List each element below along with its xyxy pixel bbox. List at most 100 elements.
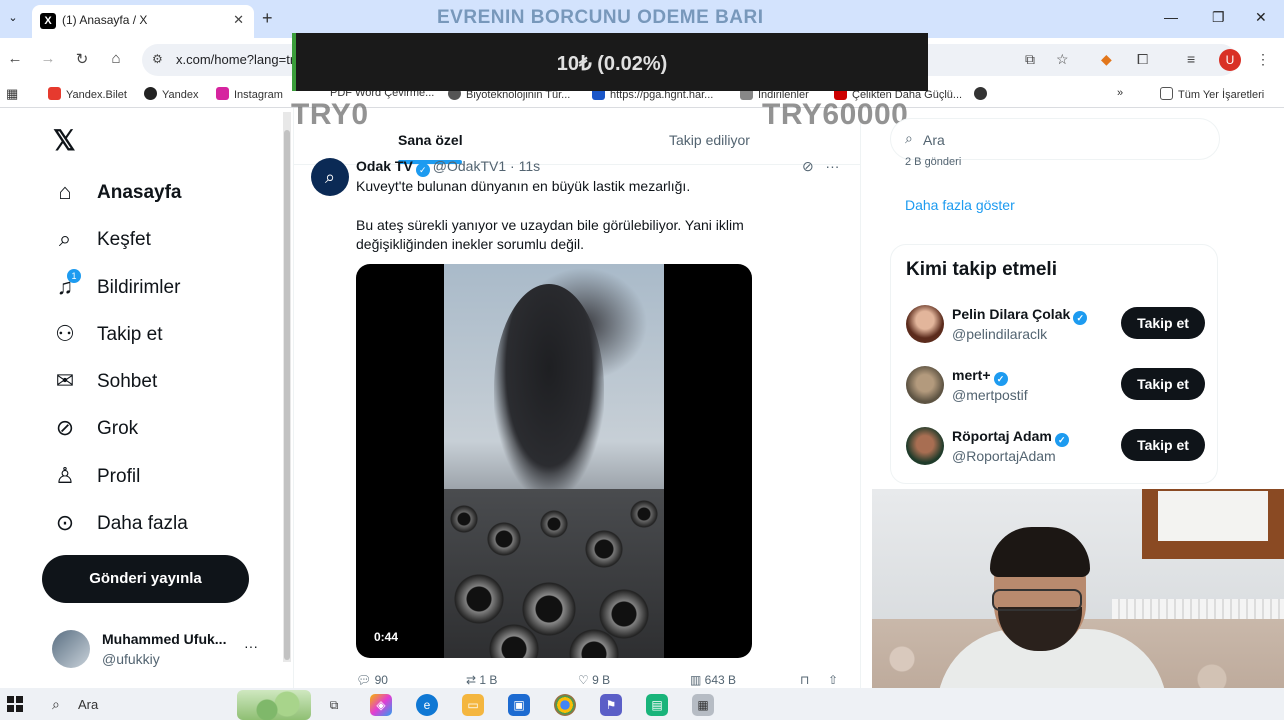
bookmark-star-icon[interactable]: ☆ [1056, 51, 1069, 68]
like-button[interactable]: ♡ 9 B [578, 673, 610, 687]
app-icon[interactable]: ▦ [692, 694, 714, 716]
edge-icon[interactable]: e [416, 694, 438, 716]
bookmark-all[interactable]: Tüm Yer İşaretleri [1160, 87, 1264, 101]
more-circle-icon: ⊙ [55, 510, 75, 535]
who-to-follow-title: Kimi takip etmeli [906, 259, 1057, 280]
tweet-video[interactable]: 0:44 [356, 264, 752, 658]
sidebar-item-label: Sohbet [97, 371, 158, 392]
tab-close-icon[interactable]: ✕ [233, 12, 244, 28]
stream-overlay-title: EVRENIN BORCUNU ODEME BARI [437, 7, 764, 28]
timeline: Sana özel Takip ediliyor ⌕ Odak TV ✓ @Odak… [293, 108, 861, 688]
follow-button[interactable]: Takip et [1121, 368, 1205, 400]
url-text: x.com/home?lang=tr [176, 52, 295, 67]
suggestion-row[interactable]: mert+ ✓ @mertpostif Takip et [906, 364, 1206, 408]
bookmarks-overflow-icon[interactable]: » [1117, 87, 1123, 99]
donation-min-label: TRY0 [291, 98, 369, 131]
sidebar-item-label: Grok [97, 418, 139, 439]
tweet-author-avatar[interactable]: ⌕ [311, 158, 349, 196]
reply-button[interactable]: 💬︎ 90 [356, 673, 388, 687]
show-more-link[interactable]: Daha fazla göster [905, 197, 1015, 213]
follow-button[interactable]: Takip et [1121, 307, 1205, 339]
page-scrollbar-thumb[interactable] [284, 130, 290, 660]
repost-button[interactable]: ⇄ 1 B [466, 673, 497, 687]
mail-icon: ✉ [55, 368, 75, 393]
reload-icon[interactable]: ↻ [72, 50, 92, 68]
bookmark-instagram[interactable]: Instagram [216, 87, 283, 101]
bookmark-globe-icon[interactable] [974, 87, 992, 101]
person-add-icon: ⚇ [55, 321, 75, 346]
avatar [52, 630, 90, 668]
metamask-icon[interactable]: ◆ [1101, 51, 1112, 68]
browser-tab-active[interactable]: X (1) Anasayfa / X ✕ [32, 5, 254, 38]
widgets-icon[interactable] [237, 690, 311, 720]
follow-button[interactable]: Takip et [1121, 429, 1205, 461]
webcam-overlay [872, 489, 1284, 720]
grok-icon[interactable]: ⊘ [802, 158, 814, 174]
verified-badge-icon: ✓ [415, 163, 430, 177]
forward-icon[interactable]: → [38, 50, 58, 67]
donation-max-label: TRY60000 [762, 98, 909, 131]
trend-post-count: 2 B gönderi [905, 156, 962, 168]
sidebar-item-label: Profil [97, 466, 141, 487]
bookmark-yandex[interactable]: Yandex [144, 87, 199, 101]
search-icon: ⌕ [905, 130, 913, 146]
avatar [906, 366, 944, 404]
sidebar-item-label: Takip et [97, 324, 163, 345]
menu-kebab-icon[interactable]: ⋮ [1256, 51, 1270, 68]
verified-badge-icon: ✓ [993, 372, 1008, 386]
media-icon[interactable]: ≡ [1187, 51, 1195, 67]
profile-avatar[interactable]: U [1219, 49, 1241, 71]
video-frame [444, 264, 664, 658]
back-icon[interactable]: ← [5, 50, 25, 67]
donation-progress-bar: 10₺ (0.02%) [292, 33, 928, 91]
tweet-text-line1: Kuveyt'te bulunan dünyanın en büyük last… [356, 178, 691, 194]
x-logo-icon[interactable]: 𝕏 [53, 124, 76, 157]
suggestion-name: Röportaj Adam ✓ [952, 428, 1072, 447]
tab-for-you[interactable]: Sana özel [398, 132, 463, 148]
views-button[interactable]: ▥ 643 B [690, 673, 736, 687]
windows-taskbar: ⌕ Ara ⧉ ◈ e ▭ ▣ ⚑ ▤ ▦ [0, 688, 1284, 720]
teams-icon[interactable]: ⚑ [600, 694, 622, 716]
post-button[interactable]: Gönderi yayınla [42, 555, 249, 603]
store-icon[interactable]: ▣ [508, 694, 530, 716]
account-switcher[interactable]: Muhammed Ufuk... @ufukkiy ··· [52, 628, 272, 672]
whatsapp-icon[interactable]: ▤ [646, 694, 668, 716]
extensions-icon[interactable]: ⧠ [1137, 51, 1148, 68]
suggestion-handle: @mertpostif [952, 387, 1028, 403]
tweet-handle: @OdakTV1 · 11s [432, 158, 541, 174]
chrome-icon[interactable] [554, 694, 576, 716]
install-icon[interactable]: ⧉ [1025, 51, 1035, 68]
task-view-icon[interactable]: ⧉ [323, 694, 345, 716]
taskbar-search-icon[interactable]: ⌕ [52, 696, 60, 713]
verified-badge-icon: ✓ [1073, 311, 1088, 325]
taskbar-search-label[interactable]: Ara [78, 697, 98, 712]
bookmark-icon[interactable]: ⊓ [800, 673, 809, 687]
more-icon[interactable]: ··· [825, 158, 839, 174]
tab-search-icon[interactable]: ⌄ [4, 8, 22, 28]
windows-start-icon[interactable] [7, 696, 23, 712]
tab-following[interactable]: Takip ediliyor [669, 132, 750, 148]
search-input[interactable]: ⌕ Ara [890, 118, 1220, 160]
share-icon[interactable]: ⇧ [828, 673, 838, 687]
account-more-icon[interactable]: ··· [244, 638, 258, 654]
tab-title: (1) Anasayfa / X [62, 13, 148, 27]
suggestion-row[interactable]: Pelin Dilara Çolak ✓ @pelindilaraclk Taki… [906, 303, 1206, 347]
video-duration: 0:44 [374, 630, 399, 644]
file-explorer-icon[interactable]: ▭ [462, 694, 484, 716]
window-close-icon[interactable]: ✕ [1255, 9, 1267, 26]
tweet-top-actions: ⊘ ··· [802, 158, 839, 175]
person-icon: ♙ [55, 463, 75, 488]
minimize-icon[interactable]: — [1164, 9, 1178, 25]
tweet-author-name[interactable]: Odak TV [356, 158, 413, 174]
site-info-icon[interactable]: ⚙ [152, 52, 163, 66]
bookmark-yandex-bilet[interactable]: Yandex.Bilet [48, 87, 127, 101]
apps-grid-icon[interactable]: ▦ [6, 86, 18, 102]
grok-icon: ⊘ [55, 415, 75, 440]
suggestion-row[interactable]: Röportaj Adam ✓ @RoportajAdam Takip et [906, 425, 1206, 469]
home-button-icon[interactable]: ⌂ [106, 50, 126, 67]
new-tab-icon[interactable]: + [262, 8, 273, 29]
copilot-icon[interactable]: ◈ [370, 694, 392, 716]
restore-icon[interactable]: ❐ [1212, 9, 1225, 26]
account-name: Muhammed Ufuk... [102, 631, 227, 647]
verified-badge-icon: ✓ [1054, 433, 1069, 447]
